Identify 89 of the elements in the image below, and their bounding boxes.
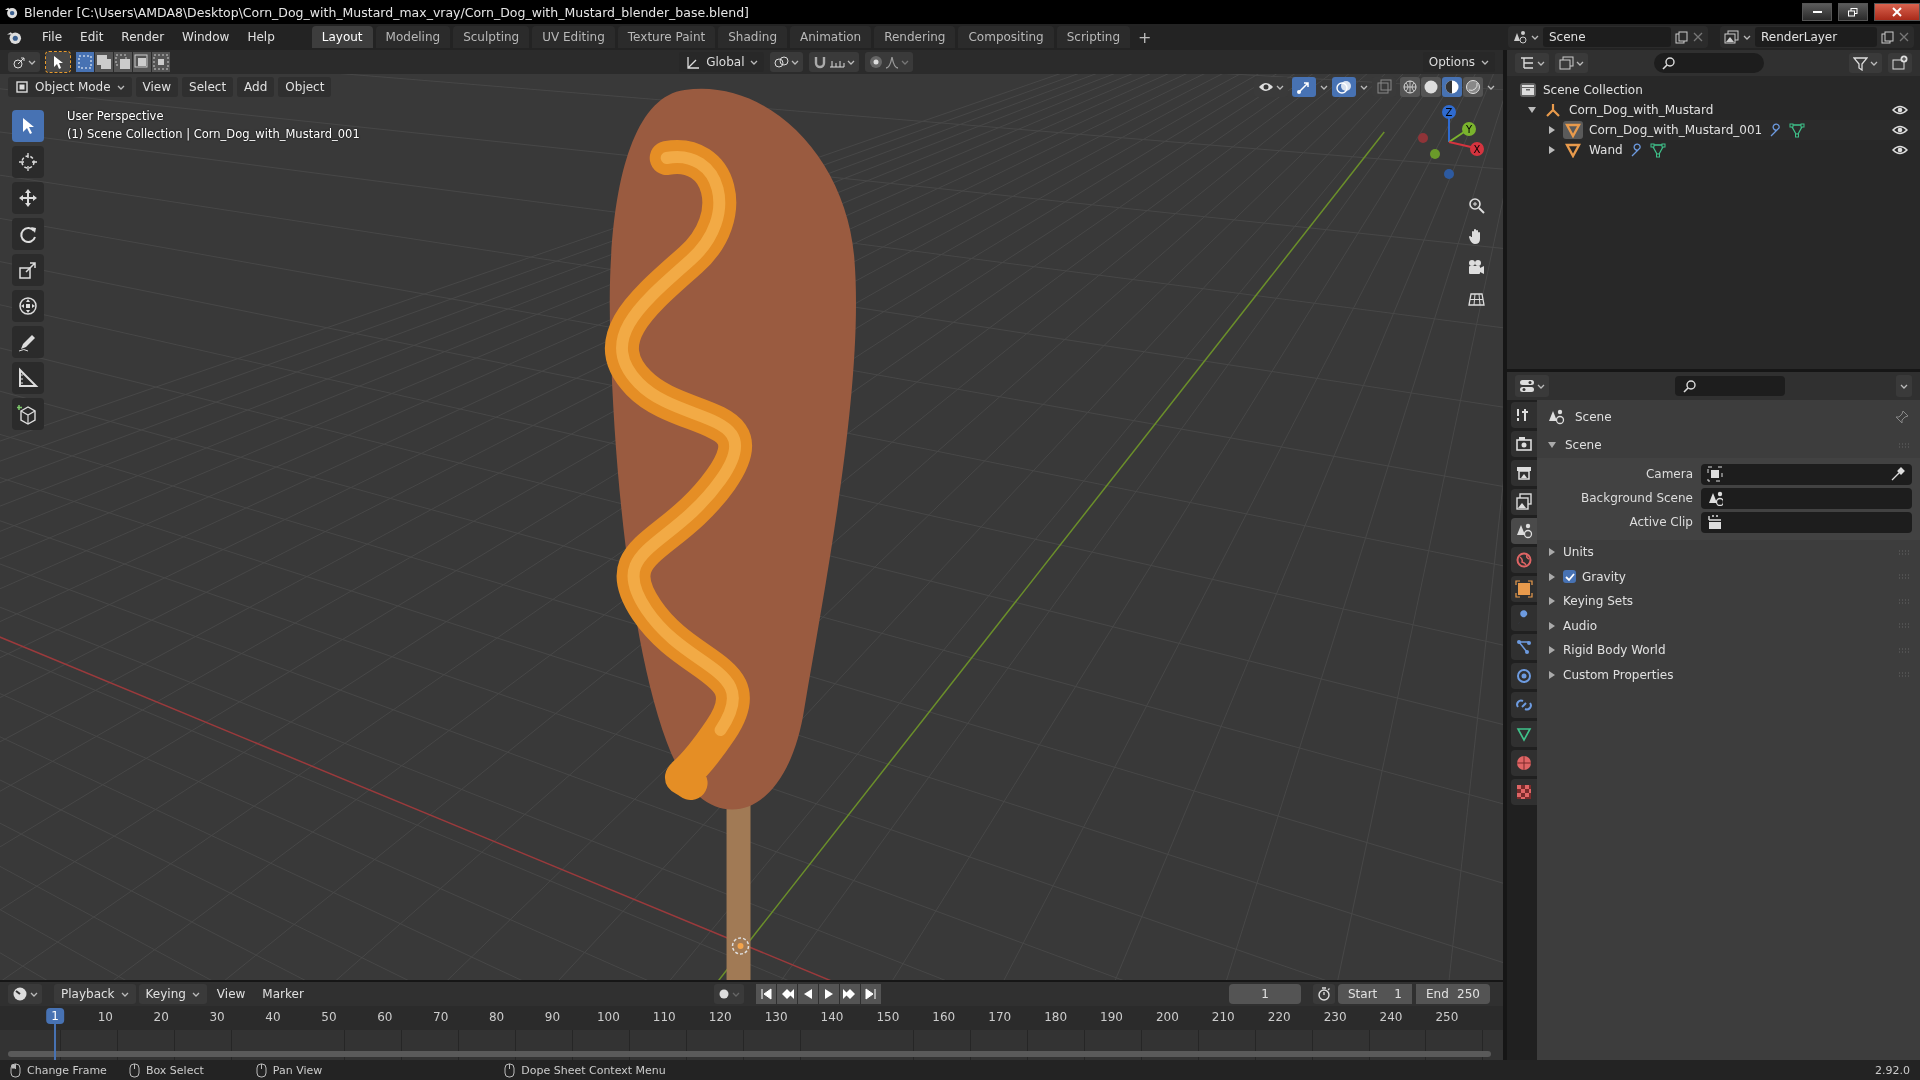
panel-header[interactable]: Keying Sets (1537, 589, 1920, 614)
panel-header[interactable]: Gravity (1537, 564, 1920, 589)
frame-number: 200 (1155, 1010, 1179, 1024)
frame-number: 30 (209, 1010, 225, 1024)
frame-number: 250 (1435, 1010, 1459, 1024)
frame-number: 10 (97, 1010, 113, 1024)
mode-dropdown[interactable]: Object Mode (8, 77, 132, 97)
workspace-tab[interactable]: Layout (311, 26, 373, 48)
panel-title: Audio (1563, 618, 1598, 633)
y-axis-handle[interactable]: Y (1448, 122, 1476, 143)
timeline-menu[interactable]: Playback (54, 984, 136, 1004)
timeline-menu[interactable]: Marker (255, 984, 311, 1004)
view-layer-field[interactable]: RenderLayer (1755, 27, 1877, 47)
playhead[interactable]: 1 (46, 1008, 64, 1024)
panel-title: Gravity (1582, 569, 1626, 584)
outliner-item-name[interactable]: Corn_Dog_with_Mustard (1569, 103, 1714, 117)
status-hint: Dope Sheet Context Menu (521, 1063, 666, 1077)
frame-number: 60 (377, 1010, 393, 1024)
viewport-menu[interactable]: Select (182, 77, 234, 97)
frame-number: 120 (708, 1010, 732, 1024)
frame-number: 160 (932, 1010, 956, 1024)
panel-header[interactable]: Units (1537, 540, 1920, 565)
menu-item[interactable]: Window (174, 27, 238, 47)
viewport-info-text: User Perspective (67, 108, 164, 125)
outliner-item-name[interactable]: Scene Collection (1543, 83, 1643, 97)
workspace-tab[interactable]: Compositing (958, 26, 1054, 48)
frame-number: 100 (596, 1010, 620, 1024)
frame-number: 70 (433, 1010, 449, 1024)
start-frame-field[interactable]: Start 1 (1338, 984, 1412, 1004)
outliner-item-name[interactable]: Wand (1589, 143, 1623, 157)
current-frame-field[interactable]: 1 (1229, 984, 1301, 1004)
options-dropdown[interactable]: Options (1422, 52, 1495, 72)
workspace-tab[interactable]: UV Editing (532, 26, 615, 48)
panel-header[interactable]: Audio (1537, 613, 1920, 638)
menu-item[interactable]: Render (113, 27, 173, 47)
menu-item[interactable]: Help (239, 27, 283, 47)
panel-title: Keying Sets (1563, 594, 1634, 609)
viewport-menu[interactable]: Object (278, 77, 332, 97)
frame-number: 150 (876, 1010, 900, 1024)
field-label: Camera (1645, 467, 1693, 481)
panel-title: Units (1563, 545, 1594, 560)
workspace-tab[interactable]: Rendering (874, 26, 956, 48)
x-axis-handle[interactable]: X (1448, 141, 1484, 156)
frame-number: 190 (1100, 1010, 1123, 1024)
scene-field[interactable]: Scene (1543, 27, 1671, 47)
z-axis-handle[interactable]: Z (1442, 105, 1456, 143)
status-hint: Box Select (145, 1063, 204, 1077)
panel-header[interactable]: Rigid Body World (1537, 638, 1920, 663)
status-hint: Change Frame (27, 1063, 107, 1077)
frame-number: 20 (153, 1010, 169, 1024)
frame-number: 110 (652, 1010, 676, 1024)
frame-number: 130 (764, 1010, 788, 1024)
frame-number: 220 (1267, 1010, 1291, 1024)
panel-title: Scene (1565, 438, 1602, 452)
workspace-tab[interactable]: Modeling (375, 26, 451, 48)
menu-item[interactable]: File (34, 27, 71, 47)
status-hint: Pan View (272, 1063, 323, 1077)
viewport-menu[interactable]: Add (237, 77, 275, 97)
frame-number: 240 (1379, 1010, 1403, 1024)
context-path: Scene (1575, 410, 1612, 424)
panel-title: Rigid Body World (1563, 643, 1666, 658)
timeline-menu[interactable]: Keying (138, 984, 207, 1004)
workspace-tab[interactable]: Texture Paint (617, 26, 716, 48)
frame-number: 210 (1211, 1010, 1235, 1024)
add-workspace-button[interactable]: + (1132, 27, 1158, 47)
field-label: Active Clip (1629, 515, 1693, 529)
frame-number: 90 (544, 1010, 561, 1024)
frame-number: 50 (321, 1010, 337, 1024)
panel-title: Custom Properties (1563, 667, 1674, 682)
panel-header[interactable]: Custom Properties (1537, 662, 1920, 687)
viewport-menu[interactable]: View (135, 77, 179, 97)
outliner-item-name[interactable]: Corn_Dog_with_Mustard_001 (1589, 123, 1763, 137)
version-label: 2.92.0 (1875, 1063, 1910, 1077)
field-label: Background Scene (1581, 491, 1693, 505)
menu-item[interactable]: Edit (72, 27, 112, 47)
frame-number: 140 (820, 1010, 844, 1024)
frame-number: 80 (488, 1010, 505, 1024)
workspace-tab[interactable]: Animation (790, 26, 872, 48)
frame-number: 230 (1323, 1010, 1347, 1024)
workspace-tab[interactable]: Sculpting (453, 26, 530, 48)
frame-number: 180 (1044, 1010, 1068, 1024)
workspace-tab[interactable]: Scripting (1056, 26, 1131, 48)
timeline-menu[interactable]: View (209, 984, 253, 1004)
end-frame-field[interactable]: End 250 (1416, 984, 1490, 1004)
frame-number: 40 (265, 1010, 281, 1024)
frame-number: 170 (988, 1010, 1012, 1024)
workspace-tab[interactable]: Shading (718, 26, 787, 48)
window-title: Blender [C:\Users\AMDA8\Desktop\Corn_Dog_with_Mustard_max_vray/Corn_Dog_with_Mustard_blender_base.blend] (24, 4, 749, 20)
viewport-info-text: (1) Scene Collection | Corn_Dog_with_Mustard_001 (67, 126, 360, 143)
